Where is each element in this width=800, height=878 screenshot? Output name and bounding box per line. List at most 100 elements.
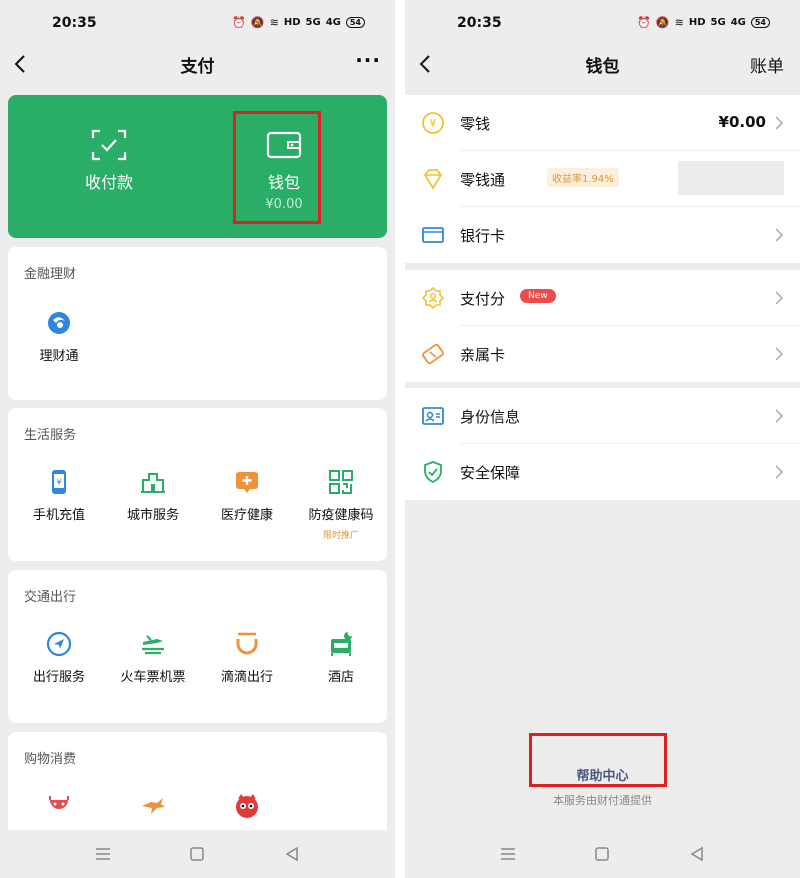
qr-code-icon (329, 470, 353, 494)
row-label: 亲属卡 (460, 346, 506, 364)
section-life-services: 生活服务 ¥ 手机充值 城市服务 医疗健康 防疫健康码 限时推广 (8, 408, 387, 561)
row-identity[interactable]: 身份信息 (405, 388, 800, 444)
chevron-right-icon (775, 347, 784, 361)
licaitong-icon (48, 312, 70, 334)
change-balance: ¥0.00 (718, 113, 766, 131)
wifi-icon: ≋ (269, 16, 279, 29)
kangaroo-icon (142, 798, 165, 814)
yield-rate-badge: 收益率1.94% (547, 168, 619, 187)
system-nav-bar (0, 830, 395, 878)
wallet-screen: 20:35 ⏰ 🔕 ≋ HD 5G 4G 54 钱包 账单 ¥ 零钱 ¥0.00 (405, 0, 800, 878)
collect-pay-button[interactable]: 收付款 (14, 95, 204, 238)
navigation-icon (46, 631, 72, 657)
grid-item-hotel[interactable]: 酒店 (294, 630, 388, 685)
more-menu-button[interactable]: ··· (355, 48, 381, 72)
grid-item-label: 理财通 (39, 349, 79, 364)
nav-bar: 支付 ··· (0, 46, 395, 82)
bill-button[interactable]: 账单 (750, 52, 784, 77)
status-time: 20:35 (457, 15, 502, 31)
row-family-card[interactable]: 亲属卡 (405, 326, 800, 382)
wallet-group-security: 身份信息 安全保障 (405, 388, 800, 500)
provider-note: 本服务由财付通提供 (553, 794, 652, 807)
home-icon[interactable] (187, 844, 207, 864)
battery-icon: 54 (750, 17, 770, 28)
back-triangle-icon[interactable] (282, 844, 302, 864)
hotel-icon (331, 632, 352, 656)
row-label: 零钱 (460, 115, 491, 133)
grid-item-travel[interactable]: 出行服务 (12, 630, 106, 685)
id-info-icon (422, 407, 444, 425)
grid-item-shopping-1[interactable] (12, 792, 106, 820)
highlight-box-help-center (529, 733, 667, 787)
row-label: 零钱通 (460, 171, 506, 189)
mute-icon: 🔕 (655, 16, 670, 29)
payment-screen: 20:35 ⏰ 🔕 ≋ HD 5G 4G 54 支付 ··· 收付款 钱包 ¥0… (0, 0, 395, 878)
page-title: 钱包 (585, 57, 620, 77)
section-title: 交通出行 (24, 590, 77, 605)
change-icon: ¥ (422, 112, 444, 134)
chevron-right-icon (775, 116, 784, 130)
collect-pay-label: 收付款 (84, 173, 133, 192)
menu-icon[interactable] (498, 844, 518, 864)
grid-item-label: 滴滴出行 (220, 670, 273, 685)
grid-item-label: 手机充值 (32, 508, 85, 523)
wallet-group-credit: 支付分 New 亲属卡 (405, 270, 800, 382)
grid-item-label: 火车票机票 (120, 670, 186, 685)
grid-item-city-service[interactable]: 城市服务 (106, 468, 200, 523)
city-service-icon (141, 473, 165, 493)
row-security[interactable]: 安全保障 (405, 444, 800, 500)
back-triangle-icon[interactable] (687, 844, 707, 864)
chevron-right-icon (775, 409, 784, 423)
blurred-amount (678, 161, 784, 195)
nav-bar: 钱包 账单 (405, 46, 800, 82)
family-card-icon (422, 343, 444, 365)
menu-icon[interactable] (93, 844, 113, 864)
row-label: 支付分 (460, 290, 506, 308)
status-icons: ⏰ 🔕 ≋ HD 5G 4G 54 (232, 16, 365, 29)
signal-5g-icon: 5G (305, 17, 321, 28)
grid-item-medical[interactable]: 医疗健康 (200, 468, 294, 523)
didi-icon (236, 632, 258, 655)
grid-item-licaitong[interactable]: 理财通 (12, 309, 106, 364)
row-bank-card[interactable]: 银行卡 (405, 207, 800, 263)
promo-sublabel: 限时推广 (322, 531, 359, 541)
wifi-icon: ≋ (674, 16, 684, 29)
grid-item-label: 医疗健康 (220, 508, 273, 523)
home-icon[interactable] (592, 844, 612, 864)
grid-item-didi[interactable]: 滴滴出行 (200, 630, 294, 685)
section-transport: 交通出行 出行服务 火车票机票 滴滴出行 酒店 (8, 570, 387, 723)
grid-item-shopping-3[interactable] (200, 792, 294, 820)
grid-item-shopping-2[interactable] (106, 792, 200, 820)
pay-score-icon (421, 286, 445, 310)
grid-item-label: 酒店 (327, 670, 354, 685)
status-bar: 20:35 ⏰ 🔕 ≋ HD 5G 4G 54 (405, 0, 800, 46)
train-icon (142, 635, 164, 655)
grid-item-phone-recharge[interactable]: ¥ 手机充值 (12, 468, 106, 523)
chevron-right-icon (775, 291, 784, 305)
system-nav-bar (405, 830, 800, 878)
row-pay-score[interactable]: 支付分 New (405, 270, 800, 326)
svg-text:¥: ¥ (430, 117, 437, 130)
cat-icon (236, 794, 258, 818)
status-time: 20:35 (52, 15, 97, 31)
section-finance: 金融理财 理财通 (8, 247, 387, 400)
meituan-icon (49, 796, 69, 809)
row-lingqiantong[interactable]: 零钱通 收益率1.94% (405, 151, 800, 207)
highlight-box-wallet (233, 111, 321, 224)
section-title: 生活服务 (24, 428, 77, 443)
grid-item-health-code[interactable]: 防疫健康码 限时推广 (294, 468, 388, 541)
scan-pay-icon (91, 129, 127, 161)
grid-item-train-flight[interactable]: 火车票机票 (106, 630, 200, 685)
mute-icon: 🔕 (250, 16, 265, 29)
signal-4g-icon: 4G (325, 17, 341, 28)
status-bar: 20:35 ⏰ 🔕 ≋ HD 5G 4G 54 (0, 0, 395, 46)
row-label: 银行卡 (460, 227, 506, 245)
alarm-icon: ⏰ (232, 16, 246, 29)
phone-recharge-icon: ¥ (52, 470, 66, 494)
section-title: 购物消费 (24, 752, 77, 767)
row-change[interactable]: ¥ 零钱 ¥0.00 (405, 95, 800, 151)
page-title: 支付 (180, 57, 215, 77)
bank-card-icon (422, 227, 444, 243)
svg-text:¥: ¥ (56, 478, 61, 487)
diamond-icon (423, 169, 443, 190)
